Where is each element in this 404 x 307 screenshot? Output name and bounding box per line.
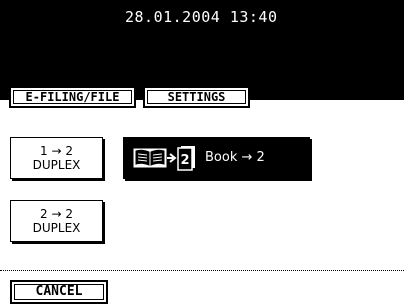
copy-panel: 28.01.2004 13:40 E-FILING/FILE SETTINGS … xyxy=(0,0,404,307)
footer-divider xyxy=(0,270,404,271)
tab-efiling-label: E-FILING/FILE xyxy=(25,90,120,104)
tab-settings[interactable]: SETTINGS xyxy=(143,86,250,108)
book-duplex-icons: 2 xyxy=(133,145,197,171)
cancel-label: CANCEL xyxy=(35,284,83,299)
open-book-icon xyxy=(133,148,167,168)
duplex-2-to-2-top: 2 → 2 xyxy=(40,207,73,221)
page-number-glyph: 2 xyxy=(180,153,189,168)
duplex-1-to-2-top: 1 → 2 xyxy=(40,144,73,158)
duplex-1-to-2-bottom: DUPLEX xyxy=(32,158,81,172)
two-sided-page-icon: 2 xyxy=(177,146,195,171)
tab-efiling-file[interactable]: E-FILING/FILE xyxy=(9,86,136,108)
book-to-2-label: Book → 2 xyxy=(205,150,265,165)
tab-settings-label: SETTINGS xyxy=(167,90,226,104)
duplex-2-to-2-button[interactable]: 2 → 2 DUPLEX xyxy=(10,200,103,242)
duplex-2-to-2-bottom: DUPLEX xyxy=(32,221,81,235)
book-to-2-button[interactable]: 2 Book → 2 xyxy=(123,137,310,179)
status-header: 28.01.2004 13:40 xyxy=(0,0,404,100)
datetime-display: 28.01.2004 13:40 xyxy=(125,8,278,26)
arrow-right-icon xyxy=(167,153,177,163)
duplex-1-to-2-button[interactable]: 1 → 2 DUPLEX xyxy=(10,137,103,179)
cancel-button[interactable]: CANCEL xyxy=(10,280,108,304)
